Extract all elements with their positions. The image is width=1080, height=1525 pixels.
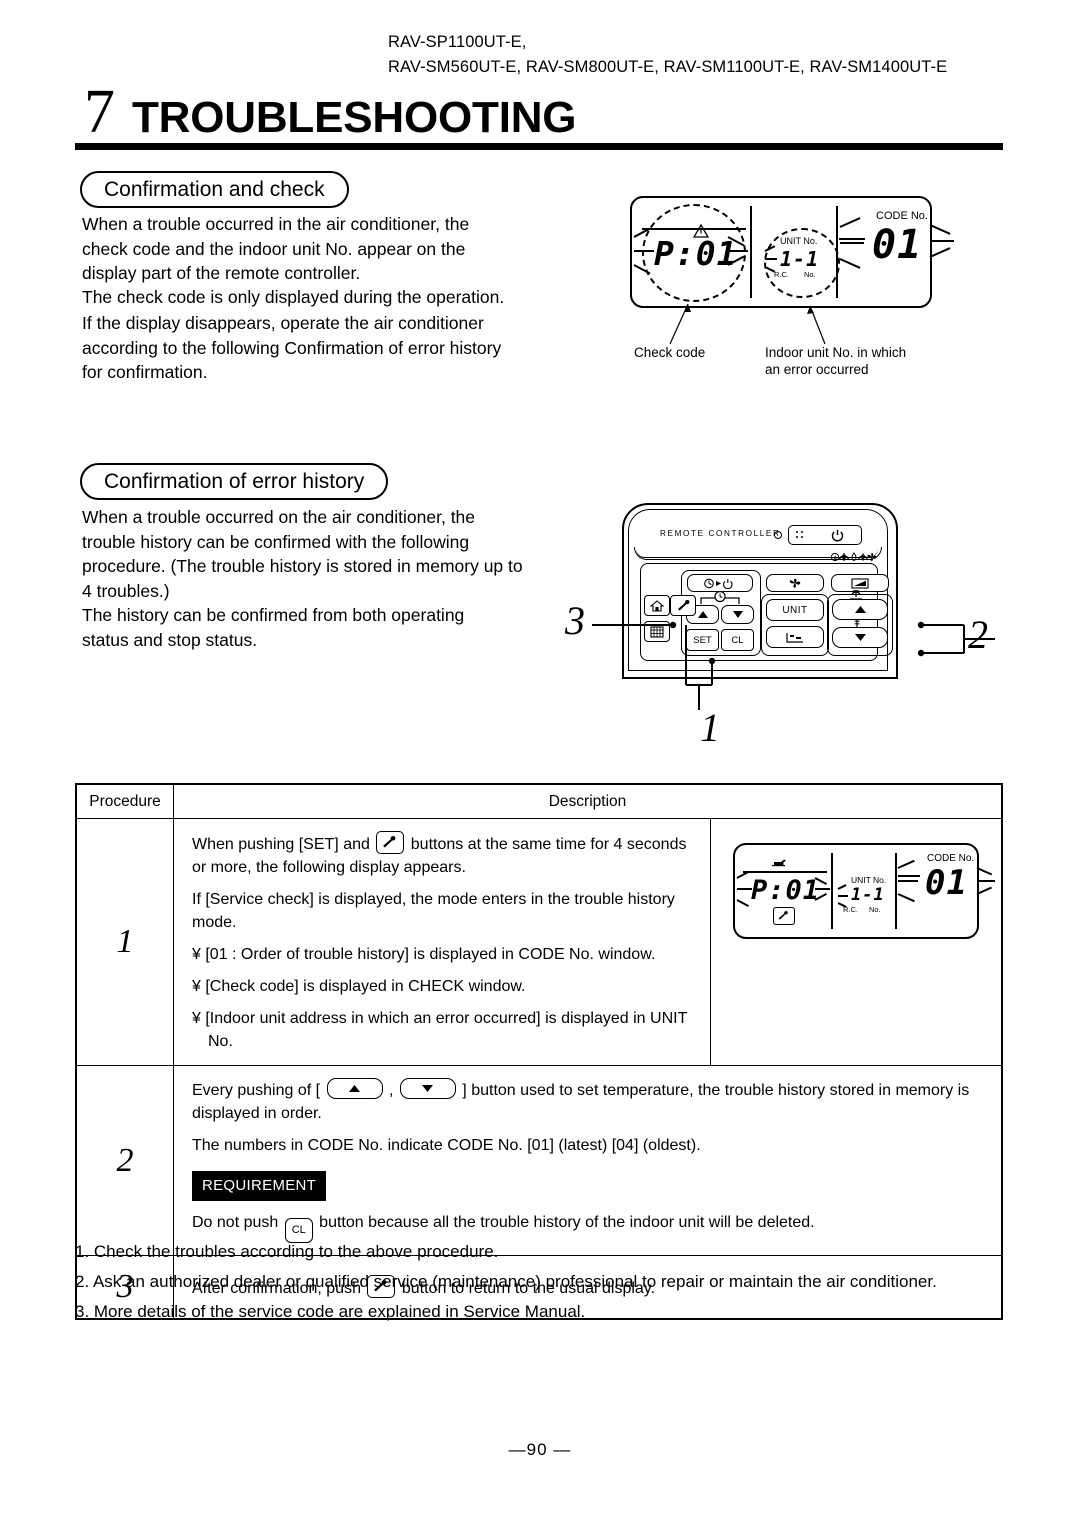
lcd-code-no-label: CODE No.	[876, 210, 928, 222]
row1-line-4: ¥ [Check code] is displayed in CHECK win…	[192, 978, 526, 995]
note-1: 1. Check the troubles according to the a…	[75, 1242, 499, 1261]
lcd-code-no-value: 01	[872, 222, 923, 268]
document-page: RAV-SP1100UT-E, RAV-SM560UT-E, RAV-SM800…	[0, 0, 1080, 1525]
row2-line3-post: button because all the trouble history o…	[314, 1214, 815, 1231]
section1-paragraph-2: The check code is only displayed during …	[82, 287, 505, 307]
down-arrow-icon	[421, 1085, 433, 1092]
section-heading-confirmation-and-check: Confirmation and check	[80, 171, 349, 208]
lcd-row1-no-label: No.	[869, 905, 881, 914]
wrench-icon-button	[376, 831, 405, 854]
chapter-title: TROUBLESHOOTING	[132, 93, 577, 142]
chapter-heading: 7 TROUBLESHOOTING	[84, 78, 577, 146]
caption-indoor-unit-line1: Indoor unit No. in which	[765, 345, 907, 360]
section1-paragraph-1: When a trouble occurred in the air condi…	[82, 214, 470, 283]
section2-paragraph-1: When a trouble occurred on the air condi…	[82, 507, 523, 601]
row1-line-3: ¥ [01 : Order of trouble history] is dis…	[192, 946, 656, 963]
section-heading-confirmation-of-error-history: Confirmation of error history	[80, 463, 389, 500]
row2-description: Every pushing of [ , ] button used to se…	[174, 1066, 1001, 1255]
note-3: 3. More details of the service code are …	[75, 1302, 586, 1321]
temp-down-inline-button	[399, 1078, 456, 1099]
row2-line1-pre: Every pushing of [	[192, 1082, 325, 1099]
lcd-display-row1: P:01 UNIT No. 1-1 R.C. No. CODE No. 01	[733, 843, 979, 939]
row2-line-2: The numbers in CODE No. indicate CODE No…	[192, 1137, 701, 1154]
requirement-badge: REQUIREMENT	[192, 1171, 327, 1201]
row1-line-2: If [Service check] is displayed, the mod…	[192, 891, 675, 931]
row2-requirement: REQUIREMENT	[192, 1171, 1001, 1201]
lcd-row1-check-code: P:01	[751, 875, 821, 906]
procedure-number-2: 2	[75, 1065, 174, 1256]
row1-line-1: When pushing [SET] and buttons at the sa…	[192, 831, 700, 879]
page-footer: —90 —	[508, 1440, 572, 1459]
wrench-icon	[383, 836, 396, 848]
oil-can-icon	[772, 859, 786, 867]
callout-1: 1	[700, 705, 720, 750]
highlight-circle-unit-no	[764, 228, 840, 298]
section2-paragraph-2: The history can be confirmed from both o…	[82, 605, 465, 650]
row2-line1-mid: ,	[384, 1082, 398, 1099]
lcd-row1-unit-no-label: UNIT No.	[851, 875, 887, 885]
caption-indoor-unit-line2: an error occurred	[765, 362, 869, 377]
row1-line-5: ¥ [Indoor unit address in which an error…	[192, 1010, 688, 1050]
row2-line-1: Every pushing of [ , ] button used to se…	[192, 1078, 1001, 1125]
lcd-display-top: P:01 UNIT No. 1-1 R.C. No. CODE No. 01	[630, 196, 932, 308]
wrench-icon	[778, 911, 788, 920]
section1-paragraph-3: If the display disappears, operate the a…	[82, 313, 502, 382]
callout-3: 3	[565, 598, 585, 643]
header-rule	[75, 143, 1003, 150]
table-header-row: Procedure Description	[75, 783, 1003, 819]
column-header-procedure: Procedure	[75, 783, 174, 819]
table-row-1: 1 When pushing [SET] and buttons at the …	[75, 818, 1003, 1066]
up-arrow-icon	[348, 1085, 360, 1092]
highlight-circle-check-code	[642, 204, 746, 302]
table-row-2: 2 Every pushing of [ , ] button used to …	[75, 1065, 1003, 1256]
model-numbers: RAV-SP1100UT-E, RAV-SM560UT-E, RAV-SM800…	[388, 30, 947, 80]
lcd-row1-wrench-indicator	[773, 907, 795, 925]
column-header-description: Description	[173, 783, 1003, 819]
row1-illustration-cell: P:01 UNIT No. 1-1 R.C. No. CODE No. 01	[710, 819, 1001, 1065]
model-line-2: RAV-SM560UT-E, RAV-SM800UT-E, RAV-SM1100…	[388, 58, 948, 76]
callout-leader-lines	[592, 621, 995, 710]
note-2: 2. Ask an authorized dealer or qualified…	[75, 1272, 937, 1291]
chapter-number: 7	[84, 78, 115, 146]
temp-up-inline-button	[326, 1078, 383, 1099]
model-line-1: RAV-SP1100UT-E,	[388, 33, 527, 51]
caption-check-code: Check code	[634, 345, 706, 360]
closing-notes: 1. Check the troubles according to the a…	[75, 1237, 1015, 1327]
row1-line1-pre: When pushing [SET] and	[192, 836, 375, 853]
lcd-row1-unit-no-value: 1-1	[851, 885, 885, 905]
row1-description: When pushing [SET] and buttons at the sa…	[174, 819, 710, 1065]
callout-2: 2	[968, 612, 988, 657]
row2-line3-pre: Do not push	[192, 1214, 283, 1231]
procedure-number-1: 1	[75, 818, 174, 1066]
lcd-row1-code-no-value: 01	[925, 863, 968, 903]
